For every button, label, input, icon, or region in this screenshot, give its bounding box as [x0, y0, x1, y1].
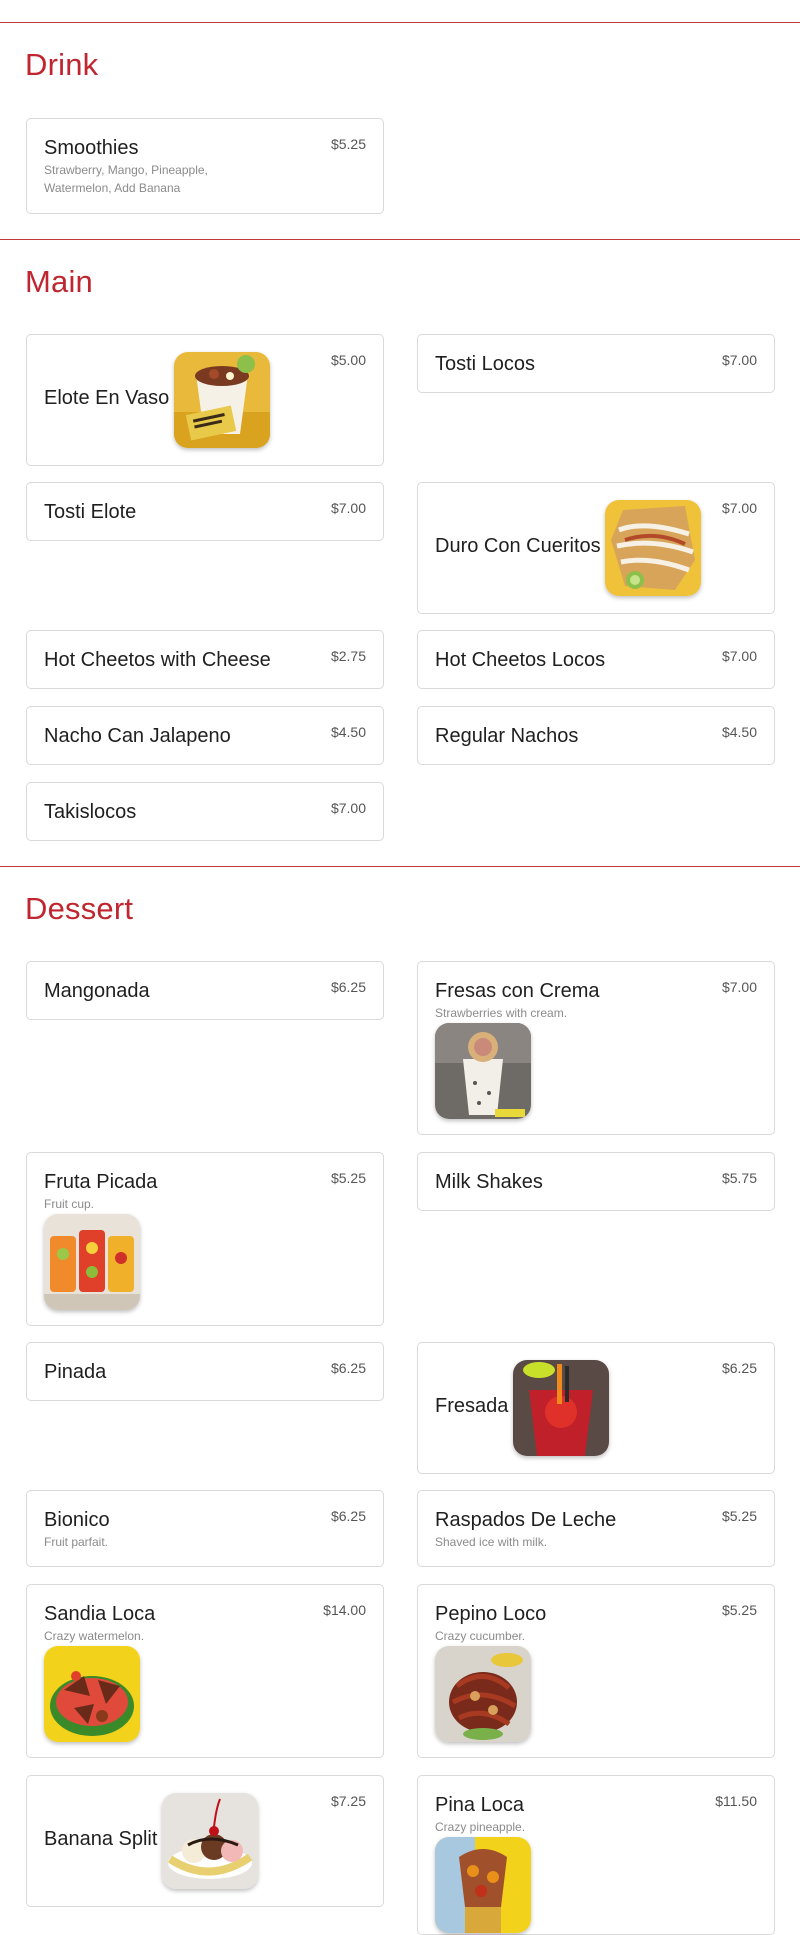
- item-price: $4.50: [721, 724, 757, 740]
- item-price: $6.25: [721, 1360, 757, 1376]
- menu-item-smoothies[interactable]: Smoothies $5.25 Strawberry, Mango, Pinea…: [26, 118, 384, 214]
- item-name: Fruta Picada: [44, 1171, 158, 1193]
- menu-item-sandia-loca[interactable]: Sandia Loca $14.00 Crazy watermelon.: [26, 1584, 384, 1758]
- section-title-drink: Drink: [25, 47, 99, 82]
- banana-split-photo-icon: [162, 1793, 258, 1889]
- menu-item-pepino-loco[interactable]: Pepino Loco $5.25 Crazy cucumber.: [417, 1584, 775, 1758]
- menu-item-tosti-elote[interactable]: Tosti Elote $7.00: [26, 482, 384, 541]
- section-divider: [0, 22, 800, 23]
- item-name: Regular Nachos: [435, 725, 579, 747]
- menu-item-tosti-locos[interactable]: Tosti Locos $7.00: [417, 334, 775, 393]
- menu-item-pina-loca[interactable]: Pina Loca $11.50 Crazy pineapple.: [417, 1775, 775, 1935]
- item-price: $5.25: [330, 136, 366, 152]
- item-price: $7.00: [330, 800, 366, 816]
- menu-item-hot-cheetos-with-cheese[interactable]: Hot Cheetos with Cheese $2.75: [26, 630, 384, 689]
- item-name: Tosti Locos: [435, 353, 536, 375]
- menu-item-elote-en-vaso[interactable]: Elote En Vaso $5.00: [26, 334, 384, 466]
- item-price: $7.00: [721, 648, 757, 664]
- item-price: $4.50: [330, 724, 366, 740]
- cucumber-photo-icon: [435, 1646, 531, 1742]
- section-title-dessert: Dessert: [25, 891, 134, 926]
- item-name: Tosti Elote: [44, 501, 137, 523]
- item-price: $2.75: [330, 648, 366, 664]
- menu-item-nacho-can-jalapeno[interactable]: Nacho Can Jalapeno $4.50: [26, 706, 384, 765]
- item-price: $5.25: [721, 1602, 757, 1618]
- item-name: Smoothies: [44, 137, 139, 159]
- section-title-main: Main: [25, 264, 93, 299]
- elote-cup-photo-icon: [174, 352, 270, 448]
- item-price: $7.00: [721, 979, 757, 995]
- item-price: $6.25: [330, 1360, 366, 1376]
- item-description: Strawberries with cream.: [435, 1006, 568, 1020]
- menu-item-regular-nachos[interactable]: Regular Nachos $4.50: [417, 706, 775, 765]
- fruit-cups-photo-icon: [44, 1214, 140, 1310]
- item-price: $5.75: [721, 1170, 757, 1186]
- item-description: Shaved ice with milk.: [435, 1535, 548, 1549]
- section-divider: [0, 866, 800, 867]
- fresas-cup-photo-icon: [435, 1023, 531, 1119]
- menu-item-raspados-de-leche[interactable]: Raspados De Leche $5.25 Shaved ice with …: [417, 1490, 775, 1567]
- menu-item-banana-split[interactable]: Banana Split $7.25: [26, 1775, 384, 1907]
- item-name: Takislocos: [44, 801, 137, 823]
- item-price: $14.00: [323, 1602, 366, 1618]
- item-name: Elote En Vaso: [44, 387, 170, 409]
- item-name: Nacho Can Jalapeno: [44, 725, 231, 747]
- item-price: $7.00: [721, 352, 757, 368]
- item-name: Hot Cheetos Locos: [435, 649, 606, 671]
- watermelon-photo-icon: [44, 1646, 140, 1742]
- menu-item-fresas-con-crema[interactable]: Fresas con Crema $7.00 Strawberries with…: [417, 961, 775, 1135]
- item-name: Banana Split: [44, 1828, 158, 1850]
- item-name: Duro Con Cueritos: [435, 535, 601, 557]
- section-divider: [0, 239, 800, 240]
- menu-item-fresada[interactable]: Fresada $6.25: [417, 1342, 775, 1474]
- item-price: $7.25: [330, 1793, 366, 1809]
- menu-item-pinada[interactable]: Pinada $6.25: [26, 1342, 384, 1401]
- item-description: Crazy pineapple.: [435, 1820, 526, 1834]
- item-price: $7.00: [330, 500, 366, 516]
- menu-item-hot-cheetos-locos[interactable]: Hot Cheetos Locos $7.00: [417, 630, 775, 689]
- item-description: Fruit parfait.: [44, 1535, 109, 1549]
- fresada-drink-photo-icon: [513, 1360, 609, 1456]
- item-description: Fruit cup.: [44, 1197, 95, 1211]
- item-name: Bionico: [44, 1509, 110, 1531]
- item-name: Fresas con Crema: [435, 980, 600, 1002]
- item-price: $5.00: [330, 352, 366, 368]
- item-name: Pinada: [44, 1361, 107, 1383]
- menu-item-fruta-picada[interactable]: Fruta Picada $5.25 Fruit cup.: [26, 1152, 384, 1326]
- item-description: Crazy cucumber.: [435, 1629, 526, 1643]
- menu-item-takislocos[interactable]: Takislocos $7.00: [26, 782, 384, 841]
- item-price: $11.50: [715, 1793, 757, 1809]
- item-name: Pina Loca: [435, 1794, 524, 1816]
- item-name: Raspados De Leche: [435, 1509, 617, 1531]
- item-name: Fresada: [435, 1395, 509, 1417]
- item-price: $6.25: [330, 979, 366, 995]
- menu-item-mangonada[interactable]: Mangonada $6.25: [26, 961, 384, 1020]
- item-description: Strawberry, Mango, Pineapple, Watermelon…: [44, 163, 208, 195]
- item-name: Sandia Loca: [44, 1603, 156, 1625]
- item-name: Milk Shakes: [435, 1171, 543, 1193]
- menu-item-milk-shakes[interactable]: Milk Shakes $5.75: [417, 1152, 775, 1211]
- duro-photo-icon: [605, 500, 701, 596]
- item-name: Mangonada: [44, 980, 150, 1002]
- item-description: Crazy watermelon.: [44, 1629, 145, 1643]
- item-name: Hot Cheetos with Cheese: [44, 649, 271, 671]
- menu-item-duro-con-cueritos[interactable]: Duro Con Cueritos $7.00: [417, 482, 775, 614]
- menu-item-bionico[interactable]: Bionico $6.25 Fruit parfait.: [26, 1490, 384, 1567]
- item-name: Pepino Loco: [435, 1603, 547, 1625]
- item-price: $5.25: [330, 1170, 366, 1186]
- item-price: $7.00: [721, 500, 757, 516]
- item-price: $6.25: [330, 1508, 366, 1524]
- item-price: $5.25: [721, 1508, 757, 1524]
